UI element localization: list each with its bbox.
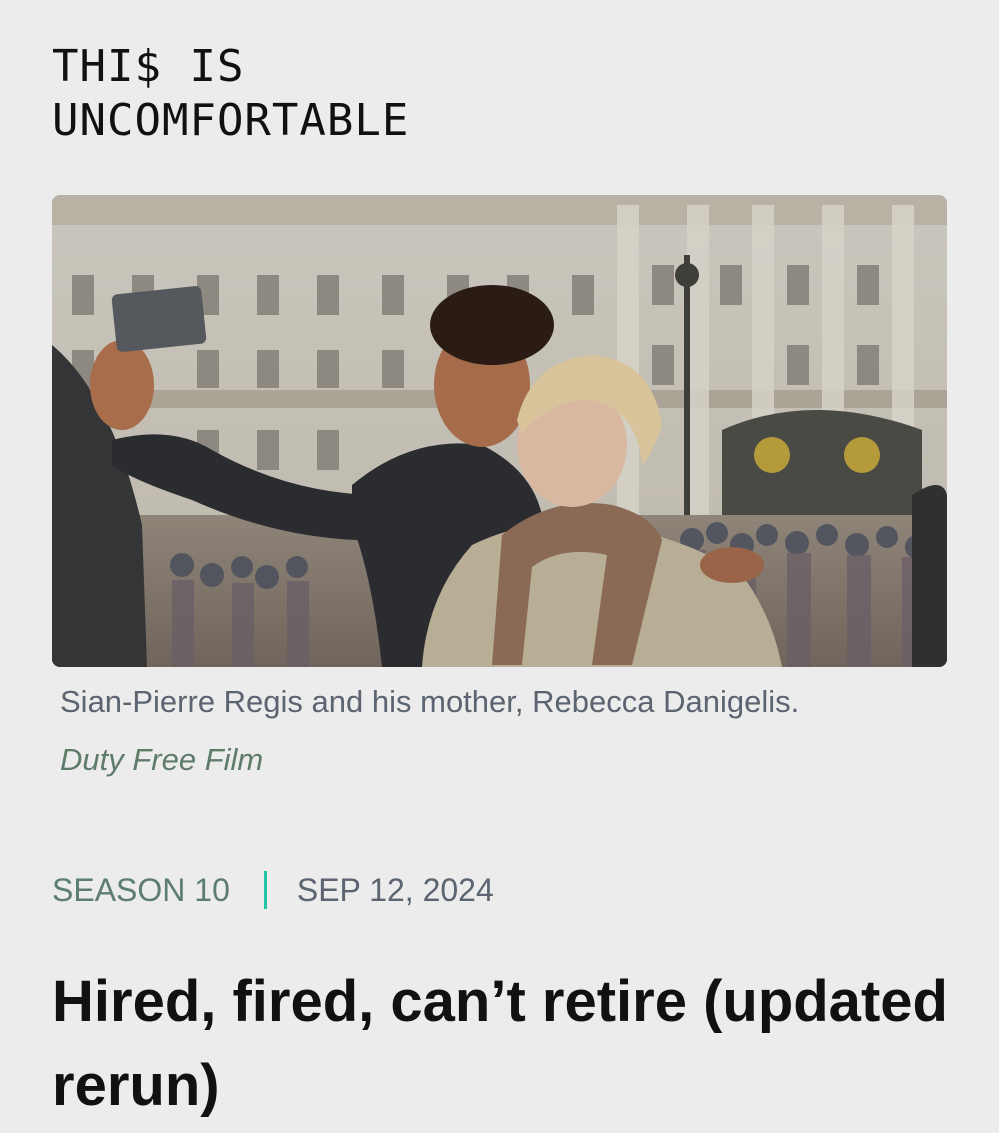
episode-page: THI$ IS UNCOMFORTABLE Sian-Pierre Regis … — [0, 0, 999, 1133]
episode-meta: SEASON 10 SEP 12, 2024 — [52, 868, 494, 912]
episode-date: SEP 12, 2024 — [296, 871, 494, 908]
season-label[interactable]: SEASON 10 — [52, 872, 230, 909]
episode-title: Hired, fired, can’t retire (updated reru… — [52, 969, 948, 1118]
show-logo[interactable]: THI$ IS UNCOMFORTABLE — [52, 40, 409, 148]
photo-caption: Sian-Pierre Regis and his mother, Rebecc… — [60, 684, 800, 719]
logo-line-1: THI$ IS — [52, 41, 245, 92]
meta-divider — [263, 871, 267, 909]
hero-photo — [52, 195, 947, 667]
photo-credit: Duty Free Film — [60, 742, 264, 777]
logo-line-2: UNCOMFORTABLE — [52, 95, 410, 146]
